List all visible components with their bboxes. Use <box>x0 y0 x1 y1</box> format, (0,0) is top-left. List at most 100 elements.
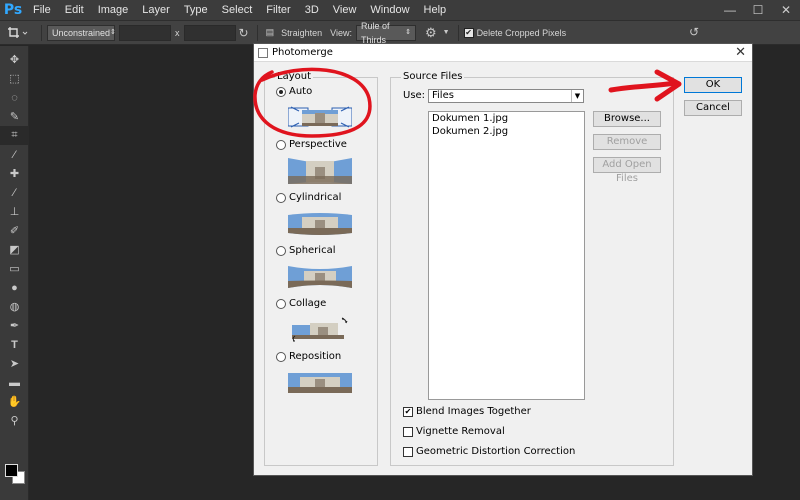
crop-tool-preset[interactable] <box>0 20 36 45</box>
layout-option-reposition[interactable]: Reposition <box>276 351 341 362</box>
separator <box>41 24 42 41</box>
hand-tool-icon[interactable]: ✋ <box>0 392 29 411</box>
color-swatches[interactable] <box>3 456 27 486</box>
gear-icon[interactable]: ⚙ <box>422 25 440 41</box>
menu-edit[interactable]: Edit <box>58 0 91 20</box>
perspective-radio[interactable] <box>276 139 286 150</box>
history-brush-tool-icon[interactable]: ✐ <box>0 221 29 240</box>
dialog-icon <box>258 47 268 58</box>
swap-icon[interactable]: ↻ <box>236 26 252 40</box>
layout-option-cylindrical[interactable]: Cylindrical <box>276 192 341 203</box>
menu-type[interactable]: Type <box>177 0 215 20</box>
menu-window[interactable]: Window <box>363 0 416 20</box>
lasso-tool-icon[interactable]: ◌ <box>0 88 29 107</box>
blend-images-option[interactable]: ✔ Blend Images Together <box>403 406 531 417</box>
straighten-label[interactable]: Straighten <box>277 28 326 38</box>
zoom-tool-icon[interactable]: ⚲ <box>0 411 29 430</box>
tools-panel: ✥ ⬚ ◌ ✎ ⌗ ⁄ ✚ ∕ ⊥ ✐ ◩ ▭ ● ◍ ✒ T ➤ ▬ ✋ ⚲ <box>0 46 29 500</box>
ok-button[interactable]: OK <box>684 77 742 93</box>
geometric-distortion-option[interactable]: Geometric Distortion Correction <box>403 446 575 457</box>
blend-images-checkbox[interactable]: ✔ <box>403 406 413 417</box>
spherical-label: Spherical <box>289 245 336 256</box>
reposition-radio[interactable] <box>276 351 286 362</box>
dialog-title: Photomerge <box>272 47 333 58</box>
source-files-group: Source Files Use: Files ▼ Dokumen 1.jpg … <box>390 71 674 466</box>
menu-3d[interactable]: 3D <box>298 0 326 20</box>
height-input[interactable] <box>183 24 236 41</box>
layout-option-auto[interactable]: Auto <box>276 86 312 97</box>
clone-stamp-tool-icon[interactable]: ⊥ <box>0 202 29 221</box>
menu-image[interactable]: Image <box>91 0 136 20</box>
separator <box>457 24 459 41</box>
perspective-preview-thumbnail <box>288 158 352 184</box>
source-file-list[interactable]: Dokumen 1.jpg Dokumen 2.jpg <box>428 111 585 400</box>
crop-tool-icon[interactable]: ⌗ <box>0 126 29 145</box>
layout-group: Layout Auto Perspective Cylindrical Sphe… <box>264 71 378 466</box>
use-select[interactable]: Files ▼ <box>428 89 584 103</box>
collage-radio[interactable] <box>276 298 286 309</box>
spherical-radio[interactable] <box>276 245 286 256</box>
menu-bar: Ps File Edit Image Layer Type Select Fil… <box>0 0 800 20</box>
list-item[interactable]: Dokumen 2.jpg <box>429 125 584 138</box>
rectangle-tool-icon[interactable]: ▬ <box>0 373 29 392</box>
type-tool-icon[interactable]: T <box>0 335 29 354</box>
maximize-button[interactable]: ☐ <box>744 0 772 20</box>
use-select-value: Files <box>432 90 454 101</box>
crop-icon <box>8 26 28 38</box>
path-selection-tool-icon[interactable]: ➤ <box>0 354 29 373</box>
vignette-removal-checkbox[interactable] <box>403 426 413 437</box>
marquee-tool-icon[interactable]: ⬚ <box>0 69 29 88</box>
close-icon[interactable]: ✕ <box>735 45 746 60</box>
geometric-distortion-checkbox[interactable] <box>403 446 413 457</box>
auto-radio[interactable] <box>276 86 286 97</box>
collage-label: Collage <box>289 298 327 309</box>
minimize-button[interactable]: — <box>716 0 744 20</box>
menu-layer[interactable]: Layer <box>135 0 177 20</box>
cancel-button[interactable]: Cancel <box>684 100 742 116</box>
menu-file[interactable]: File <box>26 0 58 20</box>
gradient-tool-icon[interactable]: ▭ <box>0 259 29 278</box>
vignette-removal-option[interactable]: Vignette Removal <box>403 426 505 437</box>
chevron-down-icon[interactable]: ▼ <box>440 29 453 36</box>
menu-filter[interactable]: Filter <box>259 0 297 20</box>
eyedropper-tool-icon[interactable]: ⁄ <box>0 145 29 164</box>
window-controls: — ☐ ✕ <box>716 0 800 20</box>
blend-images-label: Blend Images Together <box>416 406 531 417</box>
delete-cropped-checkbox[interactable]: ✔ <box>463 27 474 38</box>
straighten-icon[interactable]: ▤ <box>263 27 278 38</box>
cylindrical-preview-thumbnail <box>288 213 352 235</box>
swap-label: x <box>175 27 180 38</box>
remove-button[interactable]: Remove <box>593 134 661 150</box>
brush-tool-icon[interactable]: ∕ <box>0 183 29 202</box>
cylindrical-radio[interactable] <box>276 192 286 203</box>
list-item[interactable]: Dokumen 1.jpg <box>429 112 584 125</box>
layout-option-spherical[interactable]: Spherical <box>276 245 335 256</box>
ratio-select[interactable]: Unconstrained ⇕ <box>47 24 116 41</box>
width-input[interactable] <box>119 24 171 41</box>
move-tool-icon[interactable]: ✥ <box>0 50 29 69</box>
menu-select[interactable]: Select <box>215 0 260 20</box>
photoshop-logo: Ps <box>3 2 23 18</box>
spinner-icon: ⇕ <box>405 28 411 36</box>
reset-icon[interactable]: ↺ <box>686 25 702 39</box>
quick-select-tool-icon[interactable]: ✎ <box>0 107 29 126</box>
spherical-preview-thumbnail <box>288 266 352 288</box>
foreground-color-swatch[interactable] <box>5 464 18 477</box>
layout-option-collage[interactable]: Collage <box>276 298 326 309</box>
view-label: View: <box>330 27 352 38</box>
pen-tool-icon[interactable]: ✒ <box>0 316 29 335</box>
layout-option-perspective[interactable]: Perspective <box>276 139 347 150</box>
menu-help[interactable]: Help <box>417 0 454 20</box>
browse-button[interactable]: Browse... <box>593 111 661 127</box>
reposition-preview-thumbnail <box>288 373 352 393</box>
healing-brush-tool-icon[interactable]: ✚ <box>0 164 29 183</box>
dodge-tool-icon[interactable]: ◍ <box>0 297 29 316</box>
collage-preview-thumbnail <box>292 317 348 342</box>
options-bar: Unconstrained ⇕ x ↻ ▤ Straighten View: R… <box>0 20 800 45</box>
view-select[interactable]: Rule of Thirds ⇕ <box>355 21 416 45</box>
eraser-tool-icon[interactable]: ◩ <box>0 240 29 259</box>
menu-view[interactable]: View <box>326 0 364 20</box>
close-window-button[interactable]: ✕ <box>772 0 800 20</box>
add-open-files-button[interactable]: Add Open Files <box>593 157 661 184</box>
blur-tool-icon[interactable]: ● <box>0 278 29 297</box>
